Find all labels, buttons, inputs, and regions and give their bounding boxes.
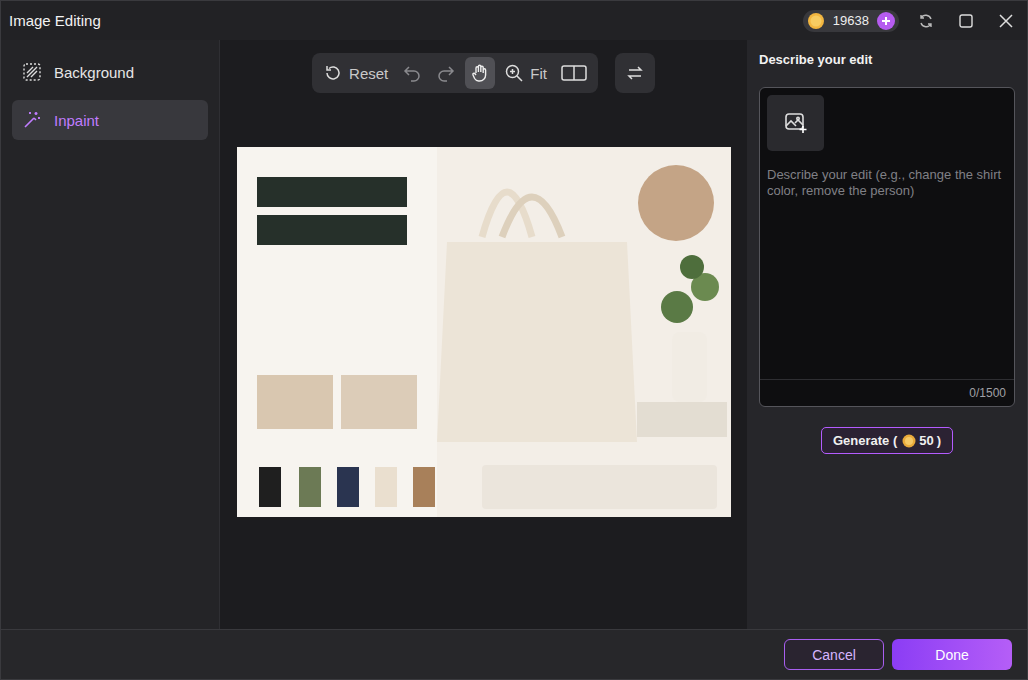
coin-icon bbox=[807, 12, 825, 30]
cancel-button[interactable]: Cancel bbox=[784, 639, 884, 670]
title-bar: Image Editing 19638 bbox=[1, 1, 1027, 40]
pan-button[interactable] bbox=[465, 57, 495, 89]
footer: Cancel Done bbox=[1, 629, 1027, 679]
sidebar-item[interactable]: Background bbox=[12, 52, 208, 92]
compare-icon bbox=[561, 63, 587, 83]
credits-count: 19638 bbox=[833, 13, 869, 28]
zoom-icon bbox=[504, 63, 524, 83]
magic-wand-icon bbox=[22, 110, 42, 130]
reset-button[interactable]: Reset bbox=[318, 57, 393, 89]
undo-icon bbox=[402, 63, 422, 83]
redo-icon bbox=[436, 63, 456, 83]
fit-button[interactable]: Fit bbox=[499, 57, 552, 89]
reset-icon bbox=[323, 63, 343, 83]
toolbar: Reset Fit bbox=[312, 53, 598, 93]
prompt-input[interactable]: Describe your edit (e.g., change the shi… bbox=[767, 167, 1007, 379]
done-button[interactable]: Done bbox=[892, 639, 1012, 670]
add-credits-icon[interactable] bbox=[877, 12, 895, 30]
swap-icon bbox=[626, 64, 644, 82]
upload-image-button[interactable] bbox=[767, 95, 824, 151]
canvas-area: Reset Fit bbox=[220, 40, 747, 629]
credits-pill[interactable]: 19638 bbox=[803, 10, 899, 32]
close-icon[interactable] bbox=[993, 9, 1019, 33]
add-image-icon bbox=[784, 111, 808, 135]
hand-icon bbox=[470, 63, 490, 83]
panel-title: Describe your edit bbox=[759, 52, 1015, 67]
swap-button[interactable] bbox=[615, 53, 655, 93]
maximize-icon[interactable] bbox=[953, 9, 979, 33]
sidebar-item[interactable]: Inpaint bbox=[12, 100, 208, 140]
image-editing-window: Image Editing 19638 Background Inpaint Reset… bbox=[0, 0, 1028, 680]
background-icon bbox=[22, 62, 42, 82]
sidebar: Background Inpaint bbox=[1, 40, 220, 629]
refresh-icon[interactable] bbox=[913, 9, 939, 33]
redo-button[interactable] bbox=[431, 57, 461, 89]
compare-button[interactable] bbox=[556, 57, 592, 89]
generate-button[interactable]: Generate (50) bbox=[821, 427, 953, 454]
window-title: Image Editing bbox=[9, 12, 101, 29]
product-image bbox=[237, 147, 731, 517]
undo-button[interactable] bbox=[397, 57, 427, 89]
edit-panel: Describe your edit Describe your edit (e.… bbox=[747, 40, 1027, 629]
char-counter: 0/1500 bbox=[760, 379, 1014, 406]
coin-icon bbox=[902, 434, 916, 448]
prompt-box[interactable]: Describe your edit (e.g., change the shi… bbox=[759, 87, 1015, 407]
